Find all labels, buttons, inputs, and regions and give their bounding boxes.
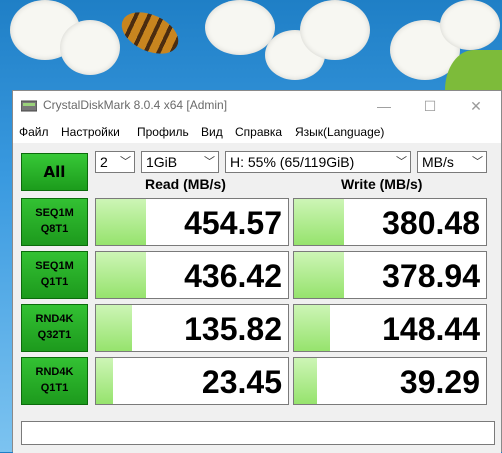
test-name: RND4K [35,366,74,378]
write-value: 39.29 [399,364,480,400]
close-button[interactable]: ✕ [453,91,499,121]
write-progress-bar [294,199,344,245]
write-progress-bar [294,252,344,298]
read-header: Read (MB/s) [145,176,226,192]
write-value: 148.44 [382,311,480,347]
flower-petal [440,0,500,50]
read-result-cell: 454.57 [95,198,289,246]
read-value: 454.57 [184,205,282,241]
write-value: 378.94 [382,258,480,294]
run-all-button[interactable]: All [21,153,88,191]
write-progress-bar [294,358,318,404]
read-result-cell: 436.42 [95,251,289,299]
flower-petal [300,0,370,60]
write-header: Write (MB/s) [341,176,423,192]
drive-select[interactable]: H: 55% (65/119GiB) ﹀ [225,151,411,173]
main-panel: All 2 ﹀ 1GiB ﹀ H: 55% (65/119GiB) ﹀ MB/s… [13,143,501,453]
flower-petal [205,0,275,55]
test-params: Q8T1 [40,223,69,235]
crystaldiskmark-window: CrystalDiskMark 8.0.4 x64 [Admin] — ☐ ✕ … [12,90,502,453]
window-title: CrystalDiskMark 8.0.4 x64 [Admin] [43,98,228,112]
write-result-cell: 39.29 [293,357,487,405]
test-size-select[interactable]: 1GiB ﹀ [141,151,219,173]
test-size-value: 1GiB [146,154,178,170]
test-button-seq1m-q1t1[interactable]: SEQ1M Q1T1 [21,251,88,299]
test-count-select[interactable]: 2 ﹀ [95,151,135,173]
flower-petal [60,20,120,75]
read-progress-bar [96,252,146,298]
bee [115,4,185,62]
chevron-down-icon: ﹀ [396,156,407,168]
read-result-cell: 23.45 [95,357,289,405]
menu-help[interactable]: Справка [235,125,282,139]
read-value: 135.82 [184,311,282,347]
unit-select[interactable]: MB/s ﹀ [417,151,487,173]
test-params: Q1T1 [40,276,69,288]
write-result-cell: 380.48 [293,198,487,246]
write-result-cell: 378.94 [293,251,487,299]
menu-settings[interactable]: Настройки [61,125,120,139]
menu-profile[interactable]: Профиль [137,125,189,139]
read-value: 436.42 [184,258,282,294]
menu-bar: Файл Настройки Профиль Вид Справка Язык(… [13,121,501,143]
test-name: RND4K [35,313,74,325]
menu-file[interactable]: Файл [19,125,49,139]
write-progress-bar [294,305,331,351]
chevron-down-icon: ﹀ [204,156,215,168]
minimize-button[interactable]: — [361,91,407,121]
read-progress-bar [96,358,114,404]
write-value: 380.48 [382,205,480,241]
menu-language[interactable]: Язык(Language) [295,125,384,139]
read-value: 23.45 [201,364,282,400]
test-params: Q1T1 [40,382,69,394]
drive-value: H: 55% (65/119GiB) [230,154,355,170]
read-result-cell: 135.82 [95,304,289,352]
test-count-value: 2 [100,154,108,170]
chevron-down-icon: ﹀ [472,156,483,168]
test-button-seq1m-q8t1[interactable]: SEQ1M Q8T1 [21,198,88,246]
menu-view[interactable]: Вид [201,125,223,139]
test-button-rnd4k-q32t1[interactable]: RND4K Q32T1 [21,304,88,352]
test-name: SEQ1M [35,260,74,272]
chevron-down-icon: ﹀ [120,156,131,168]
status-bar [21,421,495,445]
title-bar[interactable]: CrystalDiskMark 8.0.4 x64 [Admin] — ☐ ✕ [13,91,501,121]
read-progress-bar [96,199,146,245]
maximize-button[interactable]: ☐ [407,91,453,121]
write-result-cell: 148.44 [293,304,487,352]
read-progress-bar [96,305,133,351]
app-icon [21,100,37,112]
test-params: Q32T1 [37,329,72,341]
test-name: SEQ1M [35,207,74,219]
unit-value: MB/s [422,154,454,170]
test-button-rnd4k-q1t1[interactable]: RND4K Q1T1 [21,357,88,405]
